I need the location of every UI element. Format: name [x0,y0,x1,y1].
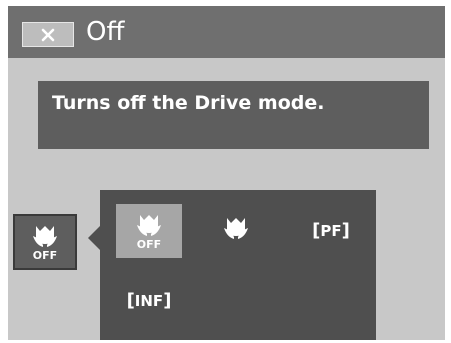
option-label: PF [320,222,342,240]
option-macro[interactable] [203,204,269,258]
current-mode-label: OFF [33,249,57,262]
macro-flower-icon: OFF [33,226,57,262]
header-title: Off [86,17,125,47]
macro-flower-icon [224,218,248,239]
description-text: Turns off the Drive mode. [52,92,325,114]
header-bar: Off [8,6,445,58]
close-button[interactable] [22,22,74,47]
option-macro-off[interactable]: OFF [116,204,182,258]
macro-flower-icon: OFF [137,215,161,251]
drive-mode-popup: OFF [PF] [INF] [100,190,376,340]
bracket-focus-icon: [PF] [312,220,350,241]
close-x-icon [41,28,55,41]
description-box: Turns off the Drive mode. [38,81,429,149]
bracket-focus-icon: [INF] [126,290,172,311]
option-label: OFF [137,238,161,251]
option-pan-focus[interactable]: [PF] [298,204,364,258]
camera-screen: Off Turns off the Drive mode. OFF OFF [… [8,6,445,340]
popup-pointer [88,226,100,250]
option-label: INF [134,292,164,310]
option-infinity[interactable]: [INF] [116,274,182,328]
current-mode-indicator[interactable]: OFF [13,214,77,270]
